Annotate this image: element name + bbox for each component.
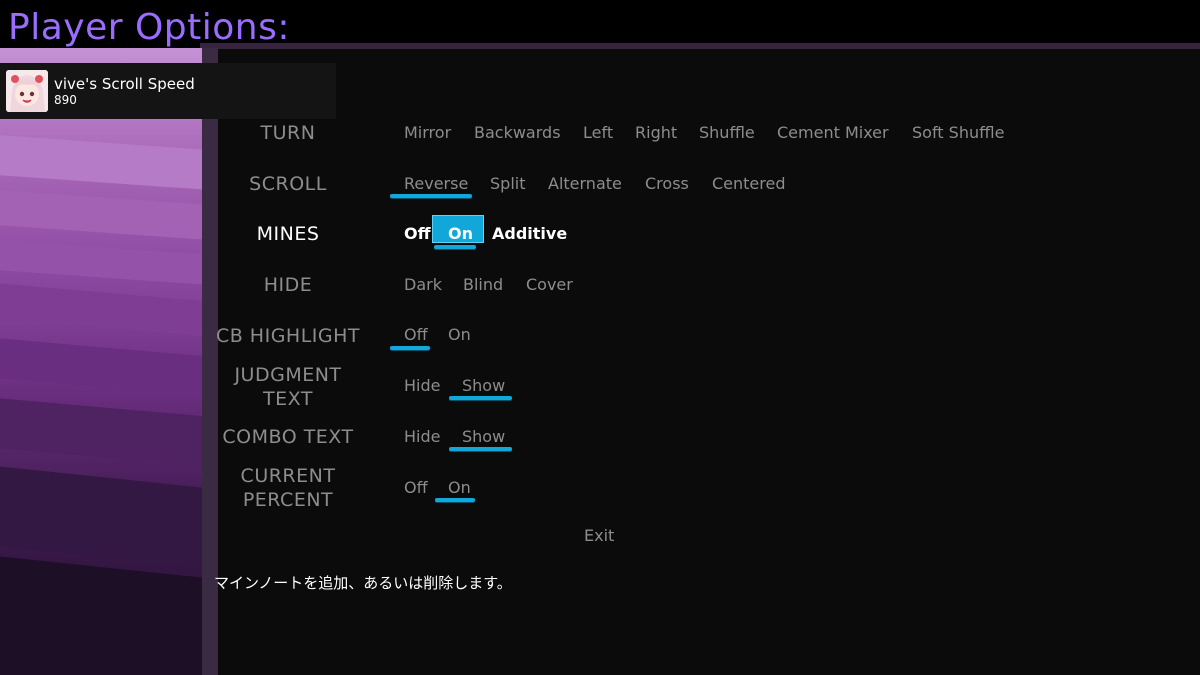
option-split[interactable]: Split	[490, 174, 525, 194]
option-combo-hide[interactable]: Hide	[404, 427, 440, 447]
row-label-scroll: SCROLL	[249, 173, 327, 195]
option-right[interactable]: Right	[635, 123, 677, 143]
row-label-turn: TURN	[260, 122, 316, 144]
option-cb-on[interactable]: On	[448, 325, 471, 345]
selected-underline	[449, 447, 512, 451]
row-label-mines: MINES	[256, 223, 320, 245]
option-reverse[interactable]: Reverse	[404, 174, 468, 194]
option-cb-off[interactable]: Off	[404, 325, 428, 345]
player-scroll-speed: 890	[54, 93, 77, 107]
option-mines-on[interactable]: On	[448, 224, 473, 244]
option-percent-on[interactable]: On	[448, 478, 471, 498]
option-blind[interactable]: Blind	[463, 275, 503, 295]
background-artwork	[0, 48, 202, 675]
player-name: vive's Scroll Speed	[54, 75, 195, 93]
row-label-line: JUDGMENT	[234, 364, 342, 386]
row-label-current-percent: CURRENT PERCENT	[188, 464, 388, 512]
anime-avatar-icon	[6, 70, 48, 112]
row-label-line: TEXT	[263, 388, 313, 410]
option-mines-off[interactable]: Off	[404, 224, 431, 244]
exit-button[interactable]: Exit	[584, 526, 614, 545]
row-label-line: PERCENT	[242, 489, 334, 511]
option-backwards[interactable]: Backwards	[474, 123, 561, 143]
option-cement-mixer[interactable]: Cement Mixer	[777, 123, 889, 143]
selected-underline	[434, 245, 476, 249]
header-bar: Player Options:	[0, 0, 1200, 49]
option-centered[interactable]: Centered	[712, 174, 786, 194]
option-judgment-hide[interactable]: Hide	[404, 376, 440, 396]
row-label-judgment-text: JUDGMENT TEXT	[188, 363, 388, 411]
option-left[interactable]: Left	[583, 123, 613, 143]
row-label-cb-highlight: CB HIGHLIGHT	[215, 325, 361, 347]
selected-underline	[390, 194, 472, 198]
option-combo-show[interactable]: Show	[462, 427, 505, 447]
option-percent-off[interactable]: Off	[404, 478, 428, 498]
player-card: vive's Scroll Speed 890	[0, 63, 336, 119]
option-shuffle[interactable]: Shuffle	[699, 123, 755, 143]
option-description: マインノートを追加、あるいは削除します。	[214, 574, 512, 592]
row-label-combo-text: COMBO TEXT	[222, 426, 354, 448]
option-cover[interactable]: Cover	[526, 275, 573, 295]
option-mirror[interactable]: Mirror	[404, 123, 451, 143]
selected-underline	[435, 498, 475, 502]
option-alternate[interactable]: Alternate	[548, 174, 622, 194]
option-mines-additive[interactable]: Additive	[492, 224, 567, 244]
row-label-line: CURRENT	[240, 465, 336, 487]
option-cross[interactable]: Cross	[645, 174, 689, 194]
row-label-hide: HIDE	[263, 274, 313, 296]
selected-underline	[449, 396, 512, 400]
option-dark[interactable]: Dark	[404, 275, 442, 295]
option-soft-shuffle[interactable]: Soft Shuffle	[912, 123, 1004, 143]
option-judgment-show[interactable]: Show	[462, 376, 505, 396]
header-divider	[200, 43, 1200, 49]
selected-underline	[390, 346, 430, 350]
